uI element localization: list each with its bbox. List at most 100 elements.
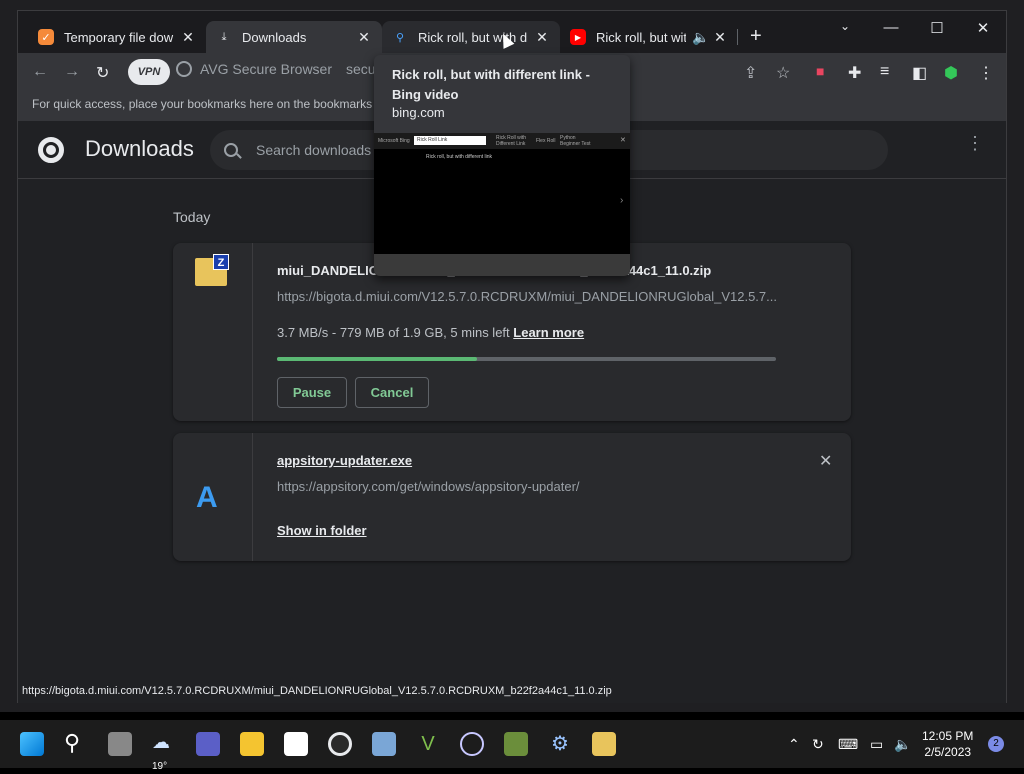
new-tab-icon[interactable]: + [750, 25, 762, 48]
tab-bing-video[interactable]: ⚲ Rick roll, but with different link ✕ [382, 21, 560, 53]
file-explorer-icon[interactable] [240, 732, 264, 756]
youtube-icon: ▶ [570, 29, 586, 45]
maximize-icon[interactable]: ☐ [926, 19, 948, 37]
tab-label: Rick roll, but with different link [596, 29, 686, 45]
forward-icon[interactable]: → [64, 63, 80, 81]
tab-label: Temporary file download [64, 29, 174, 45]
cancel-button[interactable]: Cancel [355, 377, 429, 408]
tab-close-icon[interactable]: ✕ [356, 29, 372, 46]
bookmark-star-icon[interactable]: ☆ [776, 63, 790, 83]
start-icon[interactable] [20, 732, 44, 756]
extension-lock-icon[interactable]: ■ [816, 63, 824, 79]
vpn-button[interactable]: VPN [128, 59, 170, 85]
appsitory-icon: A [196, 481, 218, 514]
search-icon [224, 143, 238, 157]
tab-temporary-file[interactable]: ✓ Temporary file download ✕ [28, 21, 206, 53]
bing-search-icon: ⚲ [395, 31, 405, 44]
tab-separator [737, 29, 738, 45]
download-progress-bar [277, 357, 776, 361]
show-in-folder-link[interactable]: Show in folder [277, 523, 367, 538]
tab-label: Downloads [242, 29, 307, 45]
settings-wheel-icon[interactable] [460, 732, 484, 756]
weather-icon[interactable]: ☁19° [152, 732, 176, 772]
clock-date: 2/5/2023 [924, 745, 972, 759]
notepad-icon[interactable] [284, 732, 308, 756]
taskbar: ⚲ ☁19° V ⚙ ⌃ ↻ ⌨ ▭ 🔈 12:05 PM 2/5/2023 2 [0, 720, 1024, 772]
zip-archive-icon: Z [195, 254, 229, 286]
hover-card-domain: bing.com [392, 105, 445, 120]
chevron-up-icon[interactable]: ⌃ [788, 736, 800, 753]
remove-download-icon[interactable]: ✕ [819, 451, 832, 471]
download-card: A appsitory-updater.exe https://appsitor… [173, 433, 851, 561]
status-bar-url: https://bigota.d.miui.com/V12.5.7.0.RCDR… [18, 682, 1006, 703]
preview-related-3: Python Beginner Test [560, 135, 591, 147]
network-icon[interactable]: ▭ [870, 736, 883, 753]
extensions-puzzle-icon[interactable]: ✚ [848, 63, 861, 83]
download-url: https://bigota.d.miui.com/V12.5.7.0.RCDR… [277, 289, 777, 304]
preview-related-2: Flex Roll [536, 138, 556, 144]
reload-icon[interactable]: ↻ [96, 63, 109, 83]
download-icon-area: Z [173, 243, 253, 421]
avg-browser-icon[interactable] [328, 732, 352, 756]
minimize-icon[interactable]: — [880, 19, 902, 36]
omnibox[interactable]: AVG Secure Browser secur [176, 61, 380, 77]
tab-close-icon[interactable]: ✕ [534, 29, 550, 46]
sync-icon[interactable]: ↻ [812, 736, 824, 753]
back-icon[interactable]: ← [32, 63, 48, 81]
tab-close-icon[interactable]: ✕ [712, 29, 728, 46]
progress-fill [277, 357, 477, 361]
menu-kebab-icon[interactable]: ⋮ [978, 63, 994, 83]
preview-related-1: Rick Roll with Different Link [496, 135, 527, 147]
keyboard-icon[interactable]: ⌨ [838, 736, 858, 753]
gear-icon[interactable]: ⚙ [548, 732, 572, 756]
photos-icon[interactable] [372, 732, 396, 756]
learn-more-link[interactable]: Learn more [513, 325, 584, 340]
pause-button[interactable]: Pause [277, 377, 347, 408]
notification-badge[interactable]: 2 [988, 736, 1004, 752]
close-window-icon[interactable]: ✕ [972, 19, 994, 37]
preview-next-icon: › [620, 195, 624, 206]
download-status: 3.7 MB/s - 779 MB of 1.9 GB, 5 mins left… [277, 325, 584, 340]
preview-brand: Microsoft Bing [378, 138, 410, 144]
media-control-icon[interactable]: ≡ [880, 63, 889, 81]
volume-icon[interactable]: 🔈 [894, 736, 911, 753]
clock-time: 12:05 PM [922, 729, 974, 743]
preview-search-box: Rick Roll Link [414, 136, 486, 145]
download-url: https://appsitory.com/get/windows/appsit… [277, 479, 580, 494]
clock[interactable]: 12:05 PM 2/5/2023 [922, 728, 973, 760]
avg-shield-extension-icon[interactable]: ⬢ [944, 63, 958, 83]
download-status-text: 3.7 MB/s - 779 MB of 1.9 GB, 5 mins left [277, 325, 510, 340]
tab-search-chevron-icon[interactable]: ⌄ [834, 19, 856, 33]
preview-bottom-bar [374, 254, 630, 276]
minecraft-icon[interactable] [504, 732, 528, 756]
more-options-icon[interactable]: ⋮ [966, 134, 984, 152]
side-panel-icon[interactable]: ◧ [912, 63, 927, 83]
download-icon-area: A [173, 433, 253, 561]
share-icon[interactable]: ⇪ [744, 63, 757, 83]
tab-downloads[interactable]: ⤓ Downloads ✕ [206, 21, 382, 53]
temporary-file-favicon-icon: ✓ [38, 29, 54, 45]
task-view-icon[interactable] [108, 732, 132, 756]
omnibox-label: AVG Secure Browser [200, 61, 333, 77]
tab-close-icon[interactable]: ✕ [180, 29, 196, 46]
winrar-icon[interactable] [592, 732, 616, 756]
page-title: Downloads [85, 136, 194, 161]
section-label: Today [173, 209, 211, 225]
teams-chat-icon[interactable] [196, 732, 220, 756]
weather-temp: 19° [152, 761, 168, 772]
tab-hover-card: Rick roll, but with different link - Bin… [374, 55, 630, 276]
preview-video-title: Rick roll, but with different link [426, 154, 493, 160]
download-icon: ⤓ [221, 30, 227, 43]
download-filename[interactable]: appsitory-updater.exe [277, 453, 412, 468]
avg-shield-icon [176, 61, 192, 77]
hover-card-preview: Microsoft Bing Rick Roll Link Rick Roll … [374, 133, 630, 276]
tab-strip: ✓ Temporary file download ✕ ⤓ Downloads … [18, 11, 1006, 53]
preview-topbar: Microsoft Bing Rick Roll Link Rick Roll … [374, 133, 630, 149]
tab-youtube[interactable]: ▶ Rick roll, but with different link 🔈 ✕ [560, 21, 738, 53]
search-icon[interactable]: ⚲ [64, 732, 88, 756]
chrome-logo-icon [38, 137, 64, 163]
speaker-icon[interactable]: 🔈 [692, 29, 709, 46]
hover-card-title: Rick roll, but with different link - Bin… [392, 67, 590, 102]
vim-icon[interactable]: V [416, 732, 440, 756]
search-placeholder: Search downloads [256, 142, 372, 158]
